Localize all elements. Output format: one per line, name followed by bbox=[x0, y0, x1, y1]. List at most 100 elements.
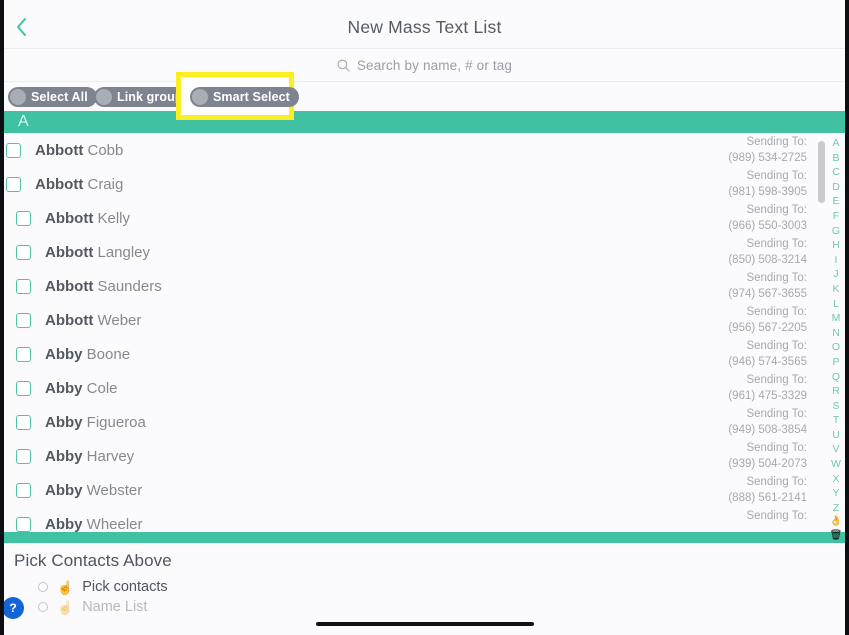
alpha-index-letter[interactable]: F bbox=[833, 209, 839, 224]
contact-checkbox[interactable] bbox=[16, 516, 31, 532]
alpha-index-letter[interactable]: Z bbox=[833, 501, 839, 516]
contact-phone-number: (974) 567-3655 bbox=[728, 288, 807, 300]
app-header: New Mass Text List bbox=[0, 0, 849, 49]
list-scrollbar-thumb[interactable] bbox=[818, 141, 825, 203]
option-name-list[interactable]: ☝️ Name List bbox=[38, 599, 147, 615]
alpha-index-letter[interactable]: L bbox=[833, 297, 839, 312]
alpha-index-letter[interactable]: C bbox=[832, 165, 840, 180]
alpha-index-letter[interactable]: B bbox=[832, 151, 839, 166]
contact-name: Abbott Kelly bbox=[45, 210, 130, 227]
contact-checkbox[interactable] bbox=[16, 448, 31, 464]
page-title: New Mass Text List bbox=[347, 17, 502, 37]
contact-checkbox[interactable] bbox=[16, 278, 31, 294]
contact-first-name: Abby bbox=[45, 379, 83, 397]
contact-phone-number: (989) 534-2725 bbox=[728, 152, 807, 164]
alpha-index-letter[interactable]: I bbox=[835, 253, 838, 268]
toggle-knob-icon bbox=[192, 89, 208, 105]
alpha-index-letter[interactable]: V bbox=[832, 442, 839, 457]
contact-phone-number: (949) 508-3854 bbox=[728, 424, 807, 436]
contact-row[interactable]: Abby Wheeler Sending To: bbox=[4, 507, 845, 532]
contact-row[interactable]: Abbott Saunders Sending To: (974) 567-3655 bbox=[4, 269, 845, 303]
alpha-index-letter[interactable]: Y bbox=[832, 486, 839, 501]
contact-row[interactable]: Abbott Langley Sending To: (850) 508-3214 bbox=[4, 235, 845, 269]
contact-last-name: Craig bbox=[83, 175, 124, 193]
contact-checkbox[interactable] bbox=[16, 210, 31, 226]
contact-row[interactable]: Abby Boone Sending To: (946) 574-3565 bbox=[4, 337, 845, 371]
contact-row[interactable]: Abbott Kelly Sending To: (966) 550-3003 bbox=[4, 201, 845, 235]
contact-checkbox[interactable] bbox=[16, 380, 31, 396]
contact-last-name: Harvey bbox=[82, 447, 135, 465]
sending-to-label: Sending To: bbox=[746, 374, 807, 386]
sending-to-label: Sending To: bbox=[746, 238, 807, 250]
contact-checkbox[interactable] bbox=[6, 176, 21, 192]
contact-phone-number: (939) 504-2073 bbox=[728, 458, 807, 470]
contact-first-name: Abbott bbox=[45, 277, 94, 295]
sending-to-label: Sending To: bbox=[746, 408, 807, 420]
contact-checkbox[interactable] bbox=[16, 414, 31, 430]
contact-sending-to: Sending To: (974) 567-3655 bbox=[607, 269, 807, 302]
contact-checkbox[interactable] bbox=[16, 346, 31, 362]
contact-last-name: Cole bbox=[82, 379, 118, 397]
alpha-index-letter[interactable]: J bbox=[833, 267, 838, 282]
alpha-index-letter[interactable]: T bbox=[833, 413, 839, 428]
alpha-index-letter[interactable]: D bbox=[832, 180, 840, 195]
contact-row[interactable]: Abby Harvey Sending To: (939) 504-2073 bbox=[4, 439, 845, 473]
alpha-index-letter[interactable]: H bbox=[832, 238, 840, 253]
alpha-index-letter[interactable]: M bbox=[832, 311, 841, 326]
alpha-index-letter[interactable]: U bbox=[832, 428, 840, 443]
alpha-index-letter[interactable]: Q bbox=[832, 370, 840, 385]
contact-row[interactable]: Abby Figueroa Sending To: (949) 508-3854 bbox=[4, 405, 845, 439]
contact-checkbox[interactable] bbox=[16, 482, 31, 498]
contact-phone-number: (888) 561-2141 bbox=[728, 492, 807, 504]
contact-last-name: Langley bbox=[93, 243, 151, 261]
alpha-index-letter[interactable]: E bbox=[832, 194, 839, 209]
contact-name: Abby Webster bbox=[45, 482, 142, 499]
sending-to-label: Sending To: bbox=[746, 272, 807, 284]
sending-to-label: Sending To: bbox=[746, 442, 807, 454]
alpha-index-icon[interactable]: 🗑 bbox=[830, 529, 843, 543]
contact-row[interactable]: Abbott Weber Sending To: (956) 567-2205 bbox=[4, 303, 845, 337]
radio-icon[interactable] bbox=[38, 582, 48, 592]
alpha-index-letter[interactable]: W bbox=[831, 457, 841, 472]
alpha-index-letter[interactable]: X bbox=[832, 472, 839, 487]
mass-text-list-screen: New Mass Text List Search by name, # or … bbox=[0, 0, 849, 635]
contact-name: Abbott Weber bbox=[45, 312, 141, 329]
alpha-index-letter[interactable]: P bbox=[832, 355, 839, 370]
alphabet-index[interactable]: A B C D E F G H I J K L M N O P Q R S T U V W X Y Z 👌 🗑 bbox=[828, 136, 844, 541]
radio-icon[interactable] bbox=[38, 602, 48, 612]
alpha-index-icon[interactable]: 👌 bbox=[830, 515, 842, 529]
alpha-index-letter[interactable]: N bbox=[832, 326, 840, 341]
alpha-index-letter[interactable]: G bbox=[832, 224, 840, 239]
search-bar[interactable]: Search by name, # or tag bbox=[0, 49, 849, 82]
footer-title: Pick Contacts Above bbox=[14, 551, 172, 570]
alpha-index-letter[interactable]: S bbox=[832, 399, 839, 414]
contact-checkbox[interactable] bbox=[6, 142, 21, 158]
option-pick-contacts[interactable]: ☝️ Pick contacts bbox=[38, 579, 168, 595]
smart-select-label: Smart Select bbox=[213, 90, 290, 104]
help-button[interactable]: ? bbox=[2, 597, 24, 619]
contact-checkbox[interactable] bbox=[16, 312, 31, 328]
alpha-index-letter[interactable]: K bbox=[832, 282, 839, 297]
contact-checkbox[interactable] bbox=[16, 244, 31, 260]
contact-first-name: Abbott bbox=[35, 141, 84, 159]
contact-row[interactable]: Abby Webster Sending To: (888) 561-2141 bbox=[4, 473, 845, 507]
contact-list[interactable]: Abbott Cobb Sending To: (989) 534-2725 Abbo… bbox=[4, 133, 845, 532]
search-input[interactable]: Search by name, # or tag bbox=[357, 58, 512, 73]
contact-sending-to: Sending To: (966) 550-3003 bbox=[607, 201, 807, 234]
contact-row[interactable]: Abbott Craig Sending To: (981) 598-3905 bbox=[4, 167, 845, 201]
section-header-a: A bbox=[4, 111, 845, 133]
select-all-toggle[interactable]: Select All bbox=[8, 87, 97, 107]
contact-row[interactable]: Abbott Cobb Sending To: (989) 534-2725 bbox=[4, 133, 845, 167]
contact-sending-to: Sending To: (850) 508-3214 bbox=[607, 235, 807, 268]
contact-last-name: Weber bbox=[93, 311, 142, 329]
alpha-index-letter[interactable]: R bbox=[832, 384, 840, 399]
smart-select-toggle[interactable]: Smart Select bbox=[190, 87, 299, 107]
sending-to-label: Sending To: bbox=[746, 170, 807, 182]
alpha-index-letter[interactable]: A bbox=[832, 136, 839, 151]
contact-first-name: Abby bbox=[45, 345, 83, 363]
contact-row[interactable]: Abby Cole Sending To: (961) 475-3329 bbox=[4, 371, 845, 405]
alpha-index-letter[interactable]: O bbox=[832, 340, 840, 355]
sending-to-label: Sending To: bbox=[746, 510, 807, 522]
contact-name: Abby Cole bbox=[45, 380, 118, 397]
contact-phone-number: (966) 550-3003 bbox=[728, 220, 807, 232]
